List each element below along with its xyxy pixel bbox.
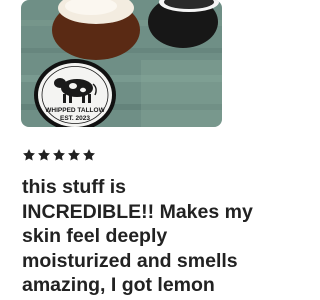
star-icon	[83, 149, 95, 161]
star-icon	[23, 149, 35, 161]
review-photo[interactable]: WHIPPED TALLOW EST. 2023	[21, 0, 222, 127]
tallow-jars-image: WHIPPED TALLOW EST. 2023	[21, 0, 222, 127]
star-icon	[68, 149, 80, 161]
review-card: WHIPPED TALLOW EST. 2023 this stuff is I…	[0, 0, 300, 300]
star-icon	[53, 149, 65, 161]
star-icon	[38, 149, 50, 161]
star-rating	[22, 146, 96, 164]
review-text: this stuff is INCREDIBLE!! Makes my skin…	[22, 176, 253, 296]
jar-label-line2: EST. 2023	[60, 115, 90, 122]
jar-label-line1: WHIPPED TALLOW	[45, 107, 105, 114]
